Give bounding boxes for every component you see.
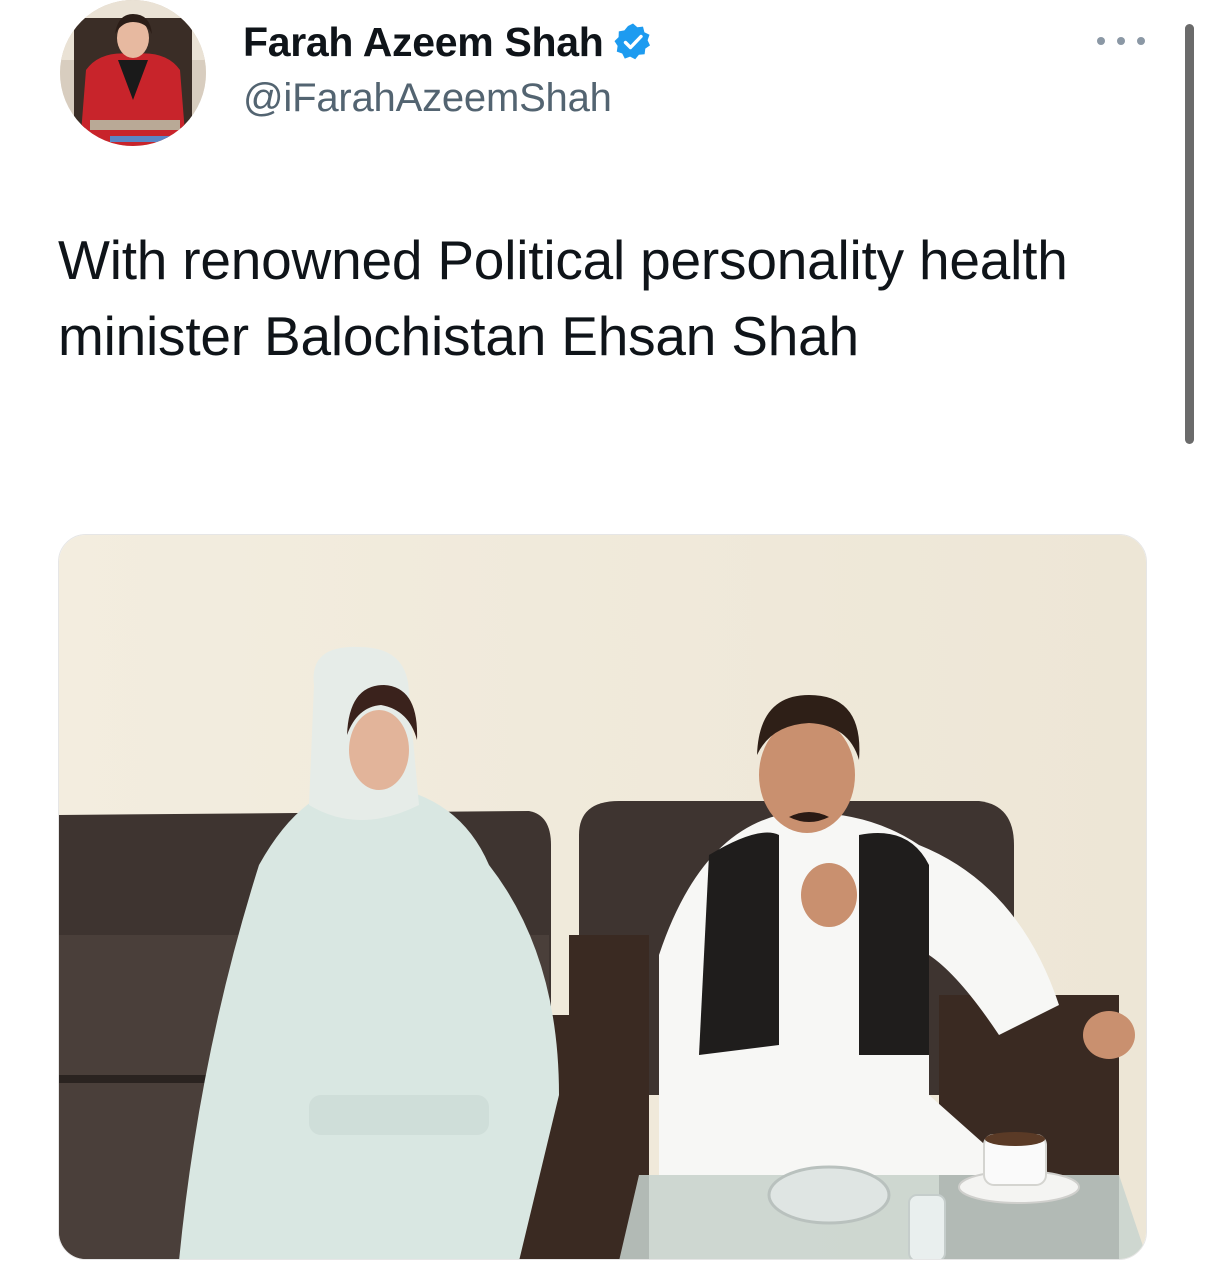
- more-options-button[interactable]: [1097, 28, 1145, 54]
- author-display-name[interactable]: Farah Azeem Shah: [243, 19, 604, 66]
- ellipsis-icon: [1137, 37, 1145, 45]
- ellipsis-icon: [1117, 37, 1125, 45]
- tweet-photo[interactable]: [58, 534, 1147, 1260]
- author-avatar[interactable]: [60, 0, 206, 146]
- ellipsis-icon: [1097, 37, 1105, 45]
- author-name-row[interactable]: Farah Azeem Shah: [243, 16, 653, 68]
- verified-badge-icon: [613, 22, 653, 62]
- scrollbar[interactable]: [1185, 24, 1194, 444]
- avatar-photo: [60, 0, 206, 146]
- author-handle[interactable]: @iFarahAzeemShah: [243, 76, 612, 121]
- photo-image: [59, 535, 1146, 1259]
- tweet-text: With renowned Political personality heal…: [58, 229, 1068, 367]
